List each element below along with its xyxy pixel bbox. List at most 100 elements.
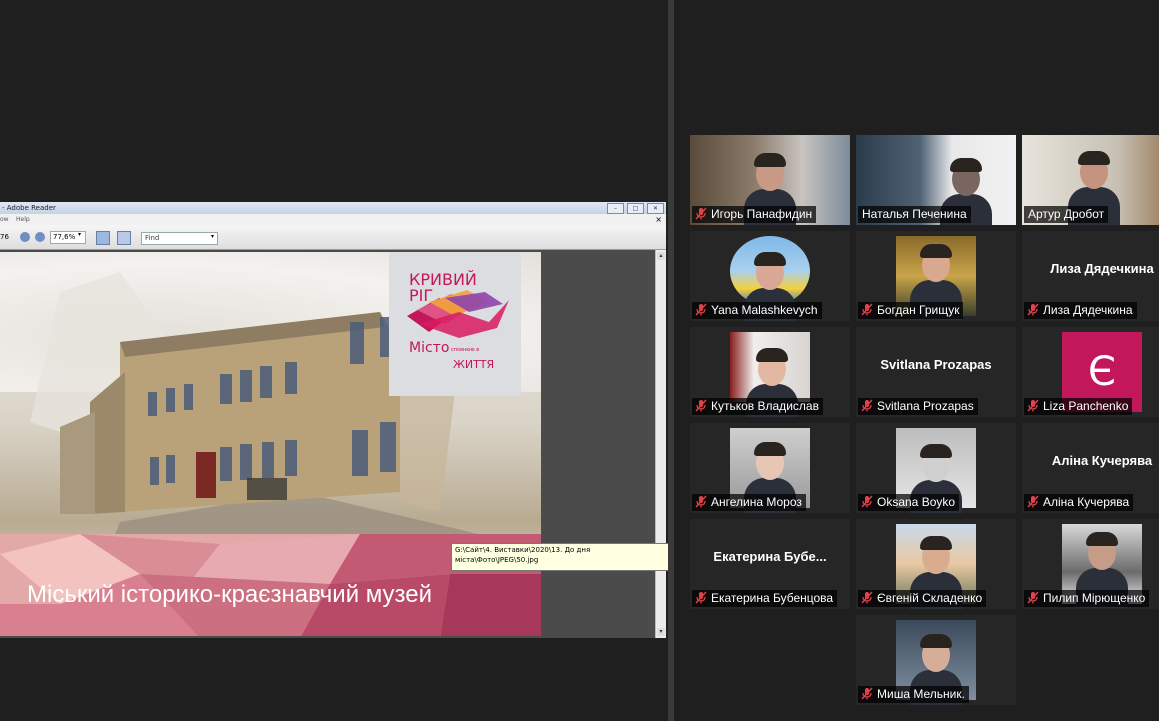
- muted-mic-icon: [1027, 495, 1043, 509]
- participant-hair: [754, 153, 786, 167]
- reader-titlebar: - Adobe Reader – □ ✕: [0, 202, 666, 214]
- muted-mic-icon: [861, 495, 877, 509]
- zoom-dropdown-icon[interactable]: ▾: [78, 231, 81, 238]
- participant-name-tag: Ангелина Мороз: [692, 494, 806, 511]
- participant-display-name: Екатерина Бубе...: [713, 549, 827, 564]
- zoom-out-icon[interactable]: [20, 232, 30, 242]
- participant-tile[interactable]: Лиза Дядечкина Лиза Дядечкина: [1022, 231, 1159, 321]
- minimize-button[interactable]: –: [607, 203, 624, 214]
- participant-name: Liza Panchenko: [1043, 399, 1129, 413]
- participant-tile[interactable]: Миша Мельник.: [856, 615, 1016, 705]
- adobe-reader-window: - Adobe Reader – □ ✕ ow Help × 76 77,6% …: [0, 202, 666, 638]
- participant-name: Артур Дробот: [1028, 207, 1105, 221]
- participant-hair: [754, 442, 786, 456]
- participant-name-tag: Богдан Грищук: [858, 302, 964, 319]
- muted-mic-icon: [1027, 591, 1043, 605]
- muted-mic-icon: [695, 303, 711, 317]
- participant-hair: [1086, 532, 1118, 546]
- participant-hair: [754, 252, 786, 266]
- page-number: 76: [0, 233, 9, 241]
- zoom-in-icon[interactable]: [35, 232, 45, 242]
- participant-tile[interactable]: Наталья Печенина: [856, 135, 1016, 225]
- participant-tile[interactable]: Є Liza Panchenko: [1022, 327, 1159, 417]
- participant-hair: [920, 444, 952, 458]
- participant-name: Миша Мельник.: [877, 687, 965, 701]
- participant-name-tag: Артур Дробот: [1024, 206, 1109, 223]
- participant-name-tag: Лиза Дядечкина: [1024, 302, 1137, 319]
- participant-tile[interactable]: Пилип Мірющенко: [1022, 519, 1159, 609]
- participant-name: Аліна Кучерява: [1043, 495, 1130, 509]
- participant-name: Євгеній Складенко: [877, 591, 983, 605]
- participant-name: Наталья Печенина: [862, 207, 967, 221]
- participant-name: Yana Malashkevych: [711, 303, 818, 317]
- participant-hair: [950, 158, 982, 172]
- participant-hair: [920, 244, 952, 258]
- muted-mic-icon: [695, 495, 711, 509]
- muted-mic-icon: [1027, 399, 1043, 413]
- file-path-tooltip: G:\Сайт\4. Виставки\2020\13. До дня міст…: [451, 543, 669, 571]
- menu-help[interactable]: Help: [16, 214, 30, 225]
- kryvyi-rih-logo: КРИВИЙ РІГ Місто сповнюю в ЖИТТЯ: [389, 252, 521, 396]
- participant-tile[interactable]: Євгеній Складенко: [856, 519, 1016, 609]
- participant-name-tag: Пилип Мірющенко: [1024, 590, 1150, 607]
- vertical-scrollbar[interactable]: ▴ ▾: [655, 250, 666, 638]
- participant-tile[interactable]: Oksana Boyko: [856, 423, 1016, 513]
- reader-menubar: ow Help ×: [0, 214, 666, 225]
- close-document-icon[interactable]: ×: [655, 214, 662, 225]
- participant-name-tag: Євгеній Складенко: [858, 590, 987, 607]
- participant-tile[interactable]: Игорь Панафидин: [690, 135, 850, 225]
- participant-display-name: Лиза Дядечкина: [1050, 261, 1154, 276]
- participant-name-tag: Oksana Boyko: [858, 494, 960, 511]
- logo-life: ЖИТТЯ: [453, 358, 495, 371]
- participant-name-tag: Yana Malashkevych: [692, 302, 822, 319]
- muted-mic-icon: [861, 591, 877, 605]
- participant-tile[interactable]: Yana Malashkevych: [690, 231, 850, 321]
- logo-small-text: сповнюю в: [451, 347, 480, 353]
- muted-mic-icon: [695, 207, 711, 221]
- document-view: КРИВИЙ РІГ Місто сповнюю в ЖИТТЯ Міський…: [0, 250, 656, 638]
- participant-name-tag: Аліна Кучерява: [1024, 494, 1134, 511]
- participant-tile[interactable]: Аліна Кучерява Аліна Кучерява: [1022, 423, 1159, 513]
- participant-hair: [920, 634, 952, 648]
- save-icon[interactable]: [96, 231, 110, 245]
- close-button[interactable]: ✕: [647, 203, 664, 214]
- participant-name: Svitlana Prozapas: [877, 399, 974, 413]
- participant-name: Пилип Мірющенко: [1043, 591, 1146, 605]
- participant-name-tag: Кутьков Владислав: [692, 398, 823, 415]
- participant-tile[interactable]: Кутьков Владислав: [690, 327, 850, 417]
- participant-name-tag: Svitlana Prozapas: [858, 398, 978, 415]
- museum-title: Міський історико-краєзнавчий музей: [27, 581, 433, 608]
- participant-name: Oksana Boyko: [877, 495, 956, 509]
- shared-screen: - Adobe Reader – □ ✕ ow Help × 76 77,6% …: [0, 0, 669, 721]
- participant-name: Игорь Панафидин: [711, 207, 813, 221]
- participant-name-tag: Наталья Печенина: [858, 206, 971, 223]
- participant-tile[interactable]: Богдан Грищук: [856, 231, 1016, 321]
- fit-page-icon[interactable]: [117, 231, 131, 245]
- participant-name: Ангелина Мороз: [711, 495, 802, 509]
- participant-name: Кутьков Владислав: [711, 399, 819, 413]
- participant-tile[interactable]: Ангелина Мороз: [690, 423, 850, 513]
- reader-toolbar: 76 77,6% ▾ Find ▾: [0, 225, 666, 250]
- participant-video: [730, 332, 810, 417]
- participant-name: Екатерина Бубенцова: [711, 591, 834, 605]
- participant-name-tag: Liza Panchenko: [1024, 398, 1133, 415]
- participant-video: [730, 236, 810, 321]
- find-dropdown-icon[interactable]: ▾: [211, 233, 214, 240]
- maximize-button[interactable]: □: [627, 203, 644, 214]
- split-divider[interactable]: [668, 0, 674, 721]
- participant-name: Богдан Грищук: [877, 303, 960, 317]
- menu-window[interactable]: ow: [0, 214, 9, 225]
- scroll-down-icon[interactable]: ▾: [657, 628, 665, 636]
- participant-name-tag: Миша Мельник.: [858, 686, 969, 703]
- scroll-up-icon[interactable]: ▴: [657, 252, 665, 260]
- logo-city: Місто: [409, 340, 450, 356]
- logo-emblem-icon: [407, 290, 509, 338]
- participant-tile[interactable]: Екатерина Бубе... Екатерина Бубенцова: [690, 519, 850, 609]
- find-input[interactable]: Find: [141, 232, 218, 245]
- participant-tile-active-speaker[interactable]: Артур Дробот: [1022, 135, 1159, 225]
- participant-tile[interactable]: Svitlana Prozapas Svitlana Prozapas: [856, 327, 1016, 417]
- reader-title: - Adobe Reader: [2, 204, 56, 212]
- muted-mic-icon: [861, 687, 877, 701]
- participant-display-name: Svitlana Prozapas: [880, 357, 992, 372]
- participant-display-name: Аліна Кучерява: [1051, 453, 1153, 468]
